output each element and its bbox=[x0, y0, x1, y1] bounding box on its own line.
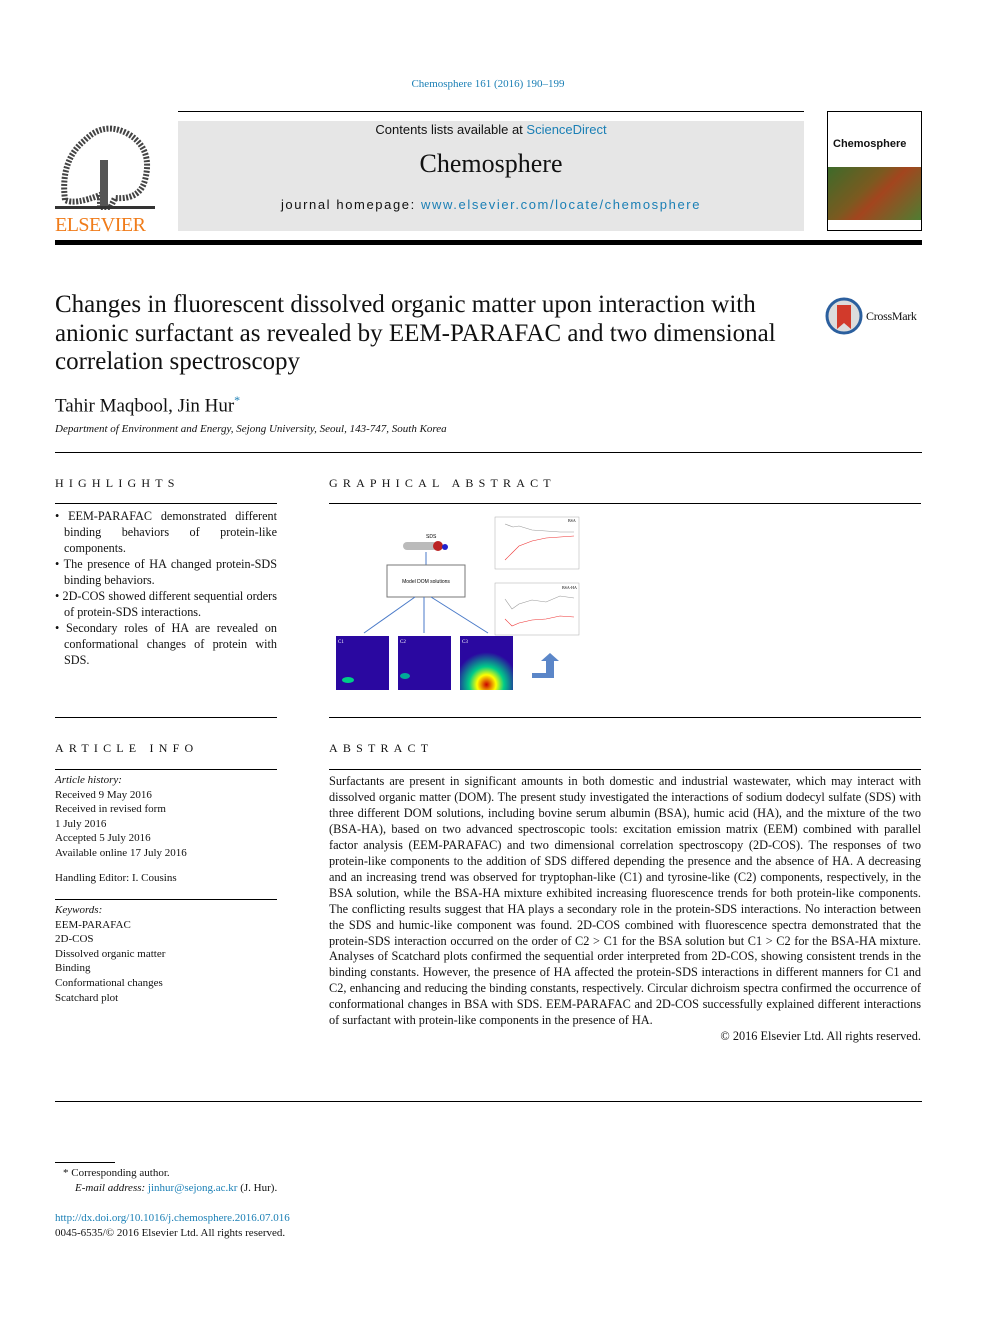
keyword: 2D-COS bbox=[55, 933, 94, 946]
cover-image bbox=[828, 167, 921, 220]
footnote: * Corresponding author. E-mail address: … bbox=[63, 1167, 278, 1194]
crossmark-button[interactable]: CrossMark bbox=[825, 297, 917, 335]
keyword: Binding bbox=[55, 962, 91, 975]
article-title: Changes in fluorescent dissolved organic… bbox=[55, 291, 776, 375]
issn: 0045-6535/© 2016 Elsevier Ltd. All right… bbox=[55, 1227, 286, 1239]
journal-banner: Contents lists available at ScienceDirec… bbox=[178, 121, 804, 231]
sds-molecule bbox=[403, 541, 448, 551]
sds-label: SDS bbox=[426, 534, 437, 540]
abstract-heading: ABSTRACT bbox=[329, 741, 434, 755]
journal-name: Chemosphere bbox=[419, 149, 563, 178]
abstract-text: Surfactants are present in significant a… bbox=[329, 774, 921, 1028]
graphical-abstract-figure[interactable]: SDS Model DOM solutions C1 C2 C3 BSA BSA… bbox=[328, 510, 588, 700]
elsevier-logo[interactable]: ELSEVIER bbox=[55, 120, 155, 236]
svg-text:Model DOM solutions: Model DOM solutions bbox=[402, 579, 450, 585]
homepage-link[interactable]: www.elsevier.com/locate/chemosphere bbox=[421, 197, 701, 212]
article-info-heading: ARTICLE INFO bbox=[55, 741, 199, 755]
corresponding-author-link[interactable]: * bbox=[234, 393, 240, 407]
publisher-name: ELSEVIER bbox=[55, 214, 146, 236]
doi-link[interactable]: http://dx.doi.org/10.1016/j.chemosphere.… bbox=[55, 1212, 290, 1224]
highlights-list: EEM-PARAFAC demonstrated different bindi… bbox=[55, 508, 277, 668]
affiliation: Department of Environment and Energy, Se… bbox=[55, 423, 447, 435]
email-link[interactable]: jinhur@sejong.ac.kr bbox=[148, 1182, 238, 1194]
keyword: Scatchard plot bbox=[55, 991, 119, 1004]
svg-text:C3: C3 bbox=[462, 640, 468, 645]
highlight-item: The presence of HA changed protein-SDS b… bbox=[55, 556, 277, 588]
article-history: Article history: Received 9 May 2016 Rec… bbox=[55, 773, 277, 885]
authors: Tahir Maqbool, Jin Hur bbox=[55, 395, 235, 417]
svg-text:BSA-HA: BSA-HA bbox=[562, 585, 577, 590]
sciencedirect-link[interactable]: ScienceDirect bbox=[526, 122, 606, 137]
binding-plot-bsa: BSA bbox=[494, 516, 580, 570]
elsevier-tree-icon bbox=[55, 125, 155, 211]
highlight-item: Secondary roles of HA are revealed on co… bbox=[55, 620, 277, 668]
crossmark-icon bbox=[825, 297, 863, 335]
abstract-copyright: © 2016 Elsevier Ltd. All rights reserved… bbox=[720, 1029, 921, 1044]
binding-plot-bsa-ha: BSA-HA bbox=[494, 582, 580, 636]
keyword: Conformational changes bbox=[55, 976, 163, 989]
keyword: Dissolved organic matter bbox=[55, 947, 166, 960]
keywords: Keywords: EEM-PARAFAC 2D-COS Dissolved o… bbox=[55, 903, 277, 1005]
keyword: EEM-PARAFAC bbox=[55, 918, 131, 931]
highlights-heading: HIGHLIGHTS bbox=[55, 476, 180, 490]
graphical-abstract-heading: GRAPHICAL ABSTRACT bbox=[329, 476, 556, 490]
handling-editor: Handling Editor: I. Cousins bbox=[55, 871, 177, 884]
highlight-item: EEM-PARAFAC demonstrated different bindi… bbox=[55, 508, 277, 556]
highlight-item: 2D-COS showed different sequential order… bbox=[55, 588, 277, 620]
eem-map-c3: C3 bbox=[460, 636, 513, 690]
journal-cover[interactable]: Chemosphere bbox=[827, 111, 922, 231]
journal-citation-link[interactable]: Chemosphere 161 (2016) 190–199 bbox=[411, 78, 564, 90]
eem-map-c1: C1 bbox=[336, 636, 389, 690]
svg-text:C1: C1 bbox=[338, 640, 344, 645]
arrow-icon bbox=[532, 653, 559, 678]
svg-text:C2: C2 bbox=[400, 640, 406, 645]
eem-map-c2: C2 bbox=[398, 636, 451, 690]
svg-text:BSA: BSA bbox=[568, 518, 576, 523]
